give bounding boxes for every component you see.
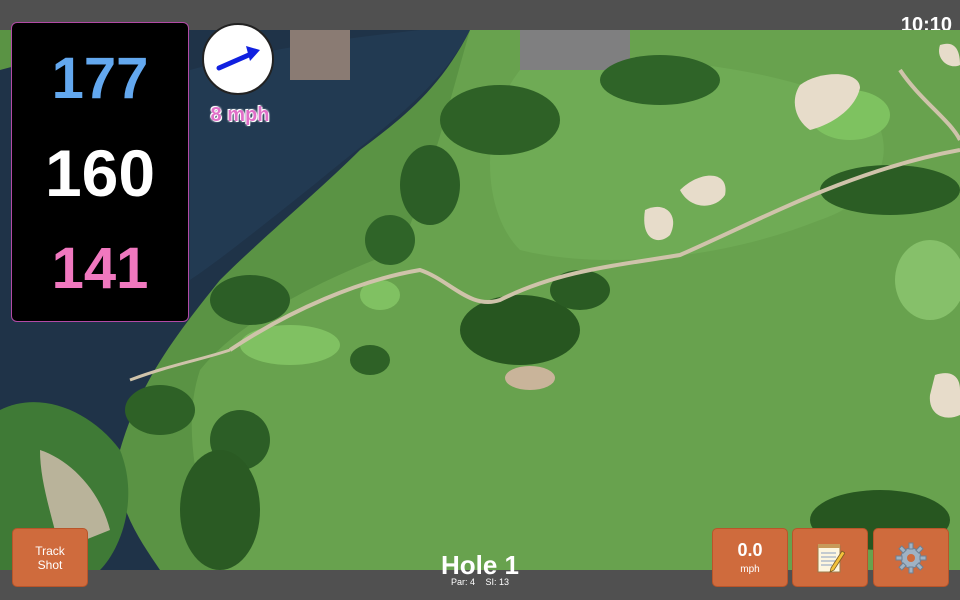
distance-panel: 177 160 141 — [11, 22, 189, 322]
wind-speed-label: 8 mph — [210, 104, 270, 126]
wind-direction-indicator — [202, 23, 274, 95]
distance-back: 177 — [51, 46, 149, 111]
distance-middle: 160 — [44, 136, 156, 210]
notepad-icon — [817, 543, 845, 573]
hole-par: Par: 4 — [450, 577, 475, 587]
track-shot-label-line1: Track — [35, 543, 65, 558]
wind-speed-value: 0.0 — [737, 540, 763, 560]
notes-button[interactable] — [792, 528, 868, 587]
wind-arrow-icon — [216, 46, 260, 71]
hole-info: Par: 4 SI: 13 — [380, 577, 580, 587]
distance-front: 141 — [51, 236, 149, 301]
settings-button[interactable] — [873, 528, 949, 587]
track-shot-label-line2: Shot — [37, 557, 63, 572]
track-shot-button[interactable]: Track Shot — [12, 528, 88, 587]
wind-speed-button[interactable]: 0.0 mph — [712, 528, 788, 587]
gear-icon — [895, 542, 927, 573]
hole-stroke-index: SI: 13 — [485, 577, 510, 587]
wind-speed-unit: mph — [740, 564, 760, 575]
